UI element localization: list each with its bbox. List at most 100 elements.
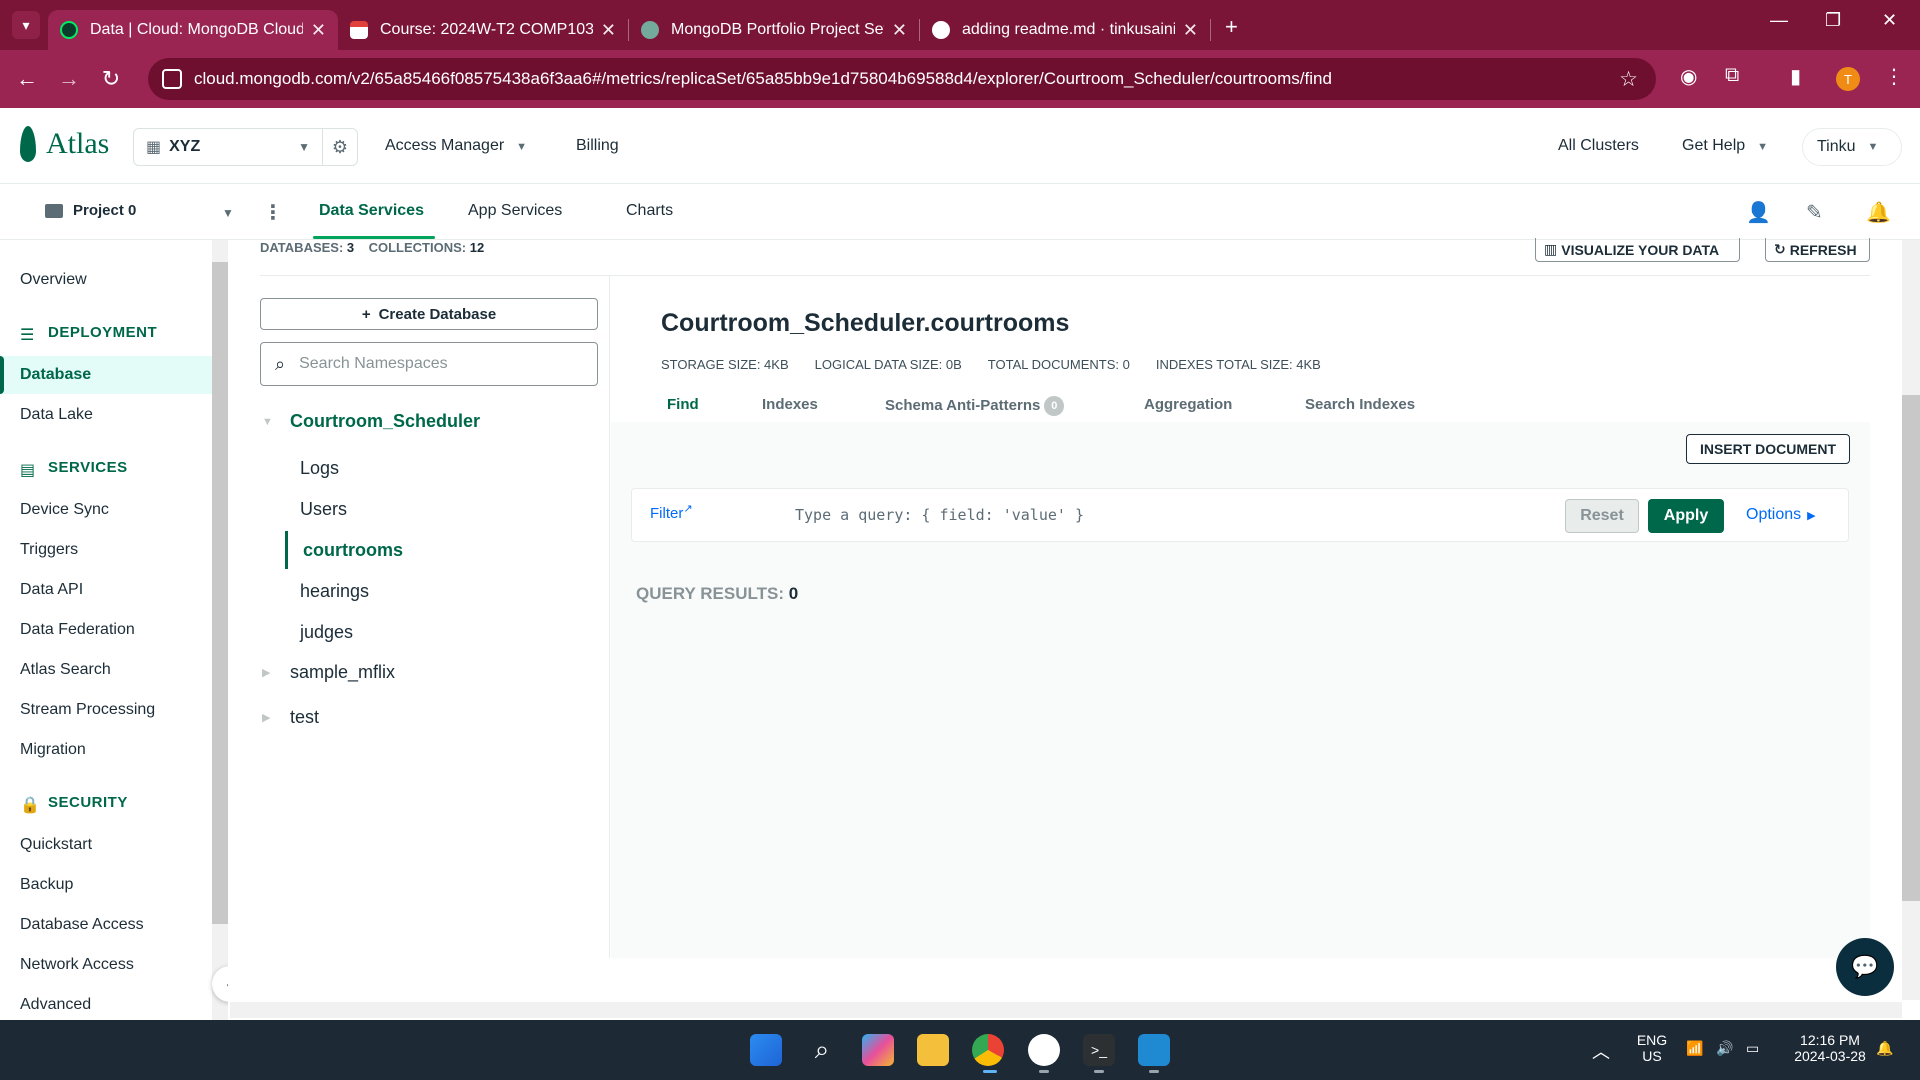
namespace-collection-hearings[interactable]: hearings xyxy=(300,581,369,602)
file-explorer-icon[interactable] xyxy=(917,1034,949,1066)
filter-link[interactable]: Filter↗ xyxy=(650,502,693,522)
namespace-db-sample-mflix[interactable]: ▶ sample_mflix xyxy=(262,662,395,683)
browser-tab-mongodb[interactable]: Data | Cloud: MongoDB Cloud ✕ xyxy=(48,10,338,50)
namespace-collection-courtrooms[interactable]: courtrooms xyxy=(303,540,403,561)
mongodb-compass-icon[interactable] xyxy=(1028,1034,1060,1066)
invite-user-icon[interactable]: 👤 xyxy=(1746,200,1771,225)
tab-indexes[interactable]: Indexes xyxy=(762,396,818,413)
show-hidden-icons-icon[interactable]: ︿ xyxy=(1592,1038,1610,1064)
tab-data-services[interactable]: Data Services xyxy=(319,202,424,220)
sidebar-item-overview[interactable]: Overview xyxy=(20,271,87,289)
profile-avatar[interactable]: T xyxy=(1836,67,1860,91)
search-icon[interactable]: ⌕ xyxy=(806,1034,838,1066)
close-window-icon[interactable]: ✕ xyxy=(1882,10,1897,31)
refresh-button[interactable]: ↻ REFRESH xyxy=(1765,238,1870,262)
collection-stats: STORAGE SIZE: 4KB LOGICAL DATA SIZE: 0B … xyxy=(661,357,1321,372)
vscode-icon[interactable] xyxy=(1138,1034,1170,1066)
sidebar-item-database[interactable]: Database xyxy=(20,366,91,384)
tab-aggregation[interactable]: Aggregation xyxy=(1144,396,1232,413)
language-indicator[interactable]: ENG US xyxy=(1632,1032,1672,1064)
namespace-collection-users[interactable]: Users xyxy=(300,499,347,520)
sidebar-item-data-federation[interactable]: Data Federation xyxy=(20,621,135,639)
sidebar-item-triggers[interactable]: Triggers xyxy=(20,541,78,559)
namespace-db-test[interactable]: ▶ test xyxy=(262,707,319,728)
browser-tab-course[interactable]: Course: 2024W-T2 COMP1031 - ✕ xyxy=(338,10,628,50)
url-text[interactable]: cloud.mongodb.com/v2/65a85466f08575438a6… xyxy=(194,69,1332,89)
options-toggle[interactable]: Options ▶ xyxy=(1746,506,1816,524)
create-database-button[interactable]: + Create Database xyxy=(260,298,598,330)
close-icon[interactable]: ✕ xyxy=(601,20,616,41)
sidebar-item-backup[interactable]: Backup xyxy=(20,876,73,894)
minimize-icon[interactable]: — xyxy=(1770,10,1788,31)
reset-button[interactable]: Reset xyxy=(1565,499,1639,533)
battery-icon[interactable]: ▭ xyxy=(1746,1040,1759,1057)
sidebar-item-advanced[interactable]: Advanced xyxy=(20,996,91,1014)
all-clusters-link[interactable]: All Clusters xyxy=(1558,137,1639,155)
close-icon[interactable]: ✕ xyxy=(1183,20,1198,41)
clock[interactable]: 12:16 PM 2024-03-28 xyxy=(1782,1032,1878,1064)
sidebar-scrollbar-thumb[interactable] xyxy=(212,262,228,924)
bell-icon[interactable]: 🔔 xyxy=(1866,200,1891,225)
namespace-db-courtroom-scheduler[interactable]: ▼ Courtroom_Scheduler xyxy=(262,411,480,432)
sidebar-item-device-sync[interactable]: Device Sync xyxy=(20,501,109,519)
insert-document-button[interactable]: INSERT DOCUMENT xyxy=(1686,434,1850,464)
copilot-icon[interactable] xyxy=(862,1034,894,1066)
caret-down-icon[interactable]: ▼ xyxy=(222,206,234,220)
project-select[interactable]: Project 0 xyxy=(45,202,136,219)
tab-schema-anti-patterns[interactable]: Schema Anti-Patterns 0 xyxy=(885,396,1065,416)
browser-menu-icon[interactable]: ⋮ xyxy=(1884,64,1904,89)
namespace-search-input[interactable]: ⌕ Search Namespaces xyxy=(260,342,598,386)
address-bar[interactable]: cloud.mongodb.com/v2/65a85466f08575438a6… xyxy=(148,58,1656,100)
get-help-menu[interactable]: Get Help ▼ xyxy=(1682,137,1768,155)
tab-charts[interactable]: Charts xyxy=(626,202,673,220)
browser-tab-chatgpt[interactable]: MongoDB Portfolio Project Setu ✕ xyxy=(629,10,919,50)
sidebar-item-migration[interactable]: Migration xyxy=(20,741,86,759)
side-panel-icon[interactable]: ▮ xyxy=(1790,64,1801,89)
main-scrollbar-thumb[interactable] xyxy=(1902,395,1920,901)
billing-link[interactable]: Billing xyxy=(576,137,619,155)
notification-bell-icon[interactable]: 🔔 xyxy=(1876,1040,1893,1057)
sidebar-item-database-access[interactable]: Database Access xyxy=(20,916,144,934)
organization-select[interactable]: ▦ XYZ ▼ xyxy=(133,128,323,166)
extensions-icon[interactable]: ⧉ xyxy=(1725,64,1739,87)
query-input[interactable]: Type a query: { field: 'value' } xyxy=(795,506,1084,524)
browser-tab-github[interactable]: adding readme.md · tinkusaini2 ✕ xyxy=(920,10,1210,50)
chrome-icon[interactable] xyxy=(972,1034,1004,1066)
bookmark-star-icon[interactable]: ☆ xyxy=(1619,67,1638,92)
horizontal-scrollbar[interactable] xyxy=(230,1002,1902,1018)
project-options-icon[interactable]: ⋮ xyxy=(263,200,283,225)
sidebar-item-atlas-search[interactable]: Atlas Search xyxy=(20,661,111,679)
reload-icon[interactable]: ↻ xyxy=(96,66,126,92)
volume-icon[interactable]: 🔊 xyxy=(1716,1040,1733,1057)
sidebar-item-network-access[interactable]: Network Access xyxy=(20,956,134,974)
sidebar-item-data-api[interactable]: Data API xyxy=(20,581,83,599)
namespace-collection-logs[interactable]: Logs xyxy=(300,458,339,479)
wifi-icon[interactable]: 📶 xyxy=(1686,1040,1703,1057)
sidebar-item-data-lake[interactable]: Data Lake xyxy=(20,406,93,424)
windows-start-icon[interactable] xyxy=(750,1034,782,1066)
org-settings-gear-icon[interactable]: ⚙ xyxy=(322,128,358,166)
close-icon[interactable]: ✕ xyxy=(311,20,326,41)
project-activity-icon[interactable]: ✎ xyxy=(1806,200,1823,225)
tab-search-indexes[interactable]: Search Indexes xyxy=(1305,396,1415,413)
access-manager-menu[interactable]: Access Manager ▼ xyxy=(385,137,527,155)
apply-button[interactable]: Apply xyxy=(1648,499,1724,533)
atlas-logo[interactable]: Atlas xyxy=(20,126,109,162)
restore-icon[interactable]: ❐ xyxy=(1825,10,1841,31)
user-menu[interactable]: Tinku ▼ xyxy=(1802,128,1902,166)
site-info-icon[interactable] xyxy=(162,69,182,89)
terminal-icon[interactable]: >_ xyxy=(1083,1034,1115,1066)
tab-app-services[interactable]: App Services xyxy=(468,202,562,220)
back-icon[interactable]: ← xyxy=(12,66,42,92)
new-tab-button[interactable]: + xyxy=(1225,14,1238,40)
tab-search-button[interactable]: ▾ xyxy=(12,11,40,39)
support-chat-icon[interactable]: 💬 xyxy=(1836,938,1894,996)
sidebar-item-stream-processing[interactable]: Stream Processing xyxy=(20,701,155,719)
visualize-data-button[interactable]: ▥ VISUALIZE YOUR DATA xyxy=(1535,238,1740,262)
forward-icon[interactable]: → xyxy=(54,66,84,92)
cookie-extension-icon[interactable]: ◉ xyxy=(1680,64,1697,89)
tab-find[interactable]: Find xyxy=(667,396,699,413)
namespace-collection-judges[interactable]: judges xyxy=(300,622,353,643)
sidebar-item-quickstart[interactable]: Quickstart xyxy=(20,836,92,854)
close-icon[interactable]: ✕ xyxy=(892,20,907,41)
